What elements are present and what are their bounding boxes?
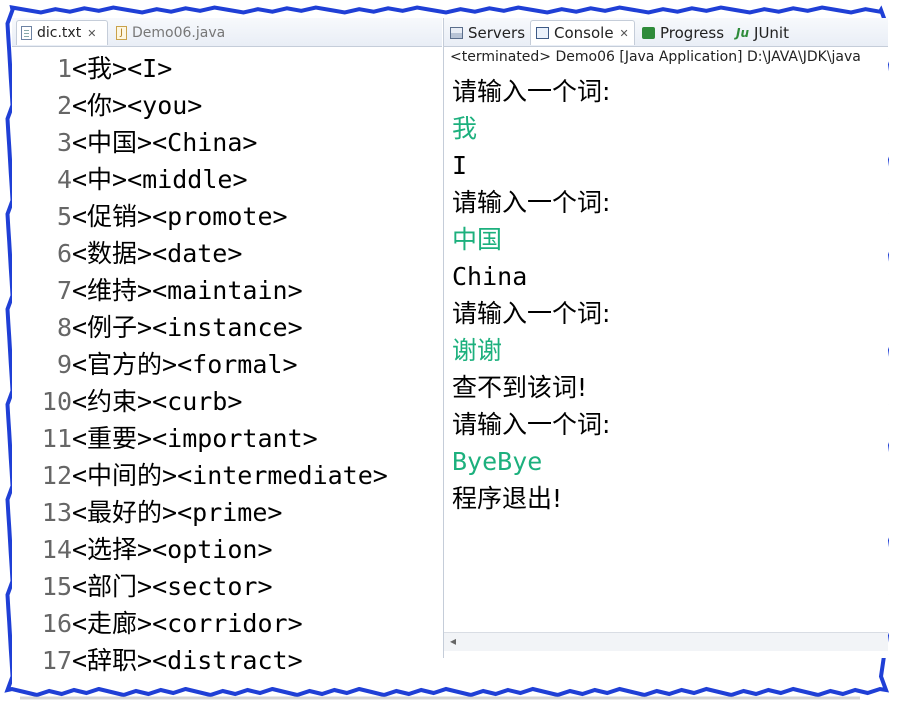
line-text: <维持><maintain> [72,276,303,305]
line-number: 5 [56,202,72,231]
editor-line: 17<辞职><distract> [12,642,303,679]
tab-servers[interactable]: Servers [450,20,525,45]
line-number: 14 [41,535,72,564]
tab-label: dic.txt [37,25,82,41]
line-number: 11 [41,424,72,453]
tab-demo06-java[interactable]: J Demo06.java [116,20,225,45]
process-status: <terminated> Demo06 [Java Application] D… [450,49,861,65]
editor-line: 9<官方的><formal> [12,346,298,383]
tab-label: Progress [660,23,725,42]
console-icon [536,27,549,39]
line-text: <你><you> [72,91,203,120]
line-number: 2 [56,91,72,120]
editor-tab-bar: dic.txt ✕ J Demo06.java [12,18,442,47]
line-number: 1 [56,54,72,83]
line-number: 13 [41,498,72,527]
line-text: <我><I> [72,54,173,83]
line-text: <最好的><prime> [72,498,283,527]
progress-icon [642,26,655,39]
line-text: <促销><promote> [72,202,288,231]
console-line-output: China [452,262,528,291]
line-number: 6 [56,239,72,268]
text-editor[interactable]: 1<我><I> 2<你><you> 3<中国><China> 4<中><middle>… [12,47,442,687]
tab-junit[interactable]: Ju JUnit [736,20,789,45]
line-number: 16 [41,609,72,638]
line-number: 9 [56,350,72,379]
line-text: <选择><option> [72,535,273,564]
console-line-prompt: 查不到该词! [452,373,588,402]
editor-line: 4<中><middle> [12,161,248,198]
editor-line: 6<数据><date> [12,235,242,272]
line-number: 15 [41,572,72,601]
console-line-output: I [452,151,468,180]
line-text: <约束><curb> [72,387,243,416]
console-line-prompt: 请输入一个词: [452,410,611,439]
line-number: 10 [41,387,72,416]
console-line-input: 我 [452,114,478,143]
console-line-input: ByeBye [452,447,543,476]
editor-line: 3<中国><China> [12,124,258,161]
editor-line: 7<维持><maintain> [12,272,303,309]
line-text: <中国><China> [72,128,258,157]
line-number: 8 [56,313,72,342]
console-line-input: 谢谢 [452,336,503,365]
console-line-input: 中国 [452,225,503,254]
editor-line: 13<最好的><prime> [12,494,283,531]
text-file-icon [21,26,32,40]
line-text: <重要><important> [72,424,318,453]
servers-icon [450,26,463,39]
line-number: 7 [56,276,72,305]
tab-label: Servers [468,23,526,42]
editor-line: 15<部门><sector> [12,568,273,605]
close-icon[interactable]: ✕ [87,27,96,40]
console-line-prompt: 请输入一个词: [452,188,611,217]
line-number: 3 [56,128,72,157]
editor-line: 11<重要><important> [12,420,318,457]
close-icon[interactable]: ✕ [620,27,629,40]
editor-line: 5<促销><promote> [12,198,288,235]
line-text: <中间的><intermediate> [72,461,388,490]
editor-line: 14<选择><option> [12,531,273,568]
editor-line: 8<例子><instance> [12,309,303,346]
editor-line: 10<约束><curb> [12,383,243,420]
line-number: 12 [41,461,72,490]
line-number: 4 [56,165,72,194]
line-text: <数据><date> [72,239,243,268]
line-number: 17 [41,646,72,675]
editor-line: 2<你><you> [12,87,202,124]
line-text: <走廊><corridor> [72,609,303,638]
editor-line: 16<走廊><corridor> [12,605,303,642]
line-text: <中><middle> [72,165,248,194]
tab-label: JUnit [754,23,789,42]
line-text: <辞职><distract> [72,646,303,675]
console-line-prompt: 程序退出! [452,484,563,513]
editor-line: 1<我><I> [12,50,172,87]
tab-progress[interactable]: Progress [642,20,724,45]
line-text: <例子><instance> [72,313,303,342]
tab-label: Demo06.java [132,24,226,41]
console-line-prompt: 请输入一个词: [452,77,611,106]
horizontal-scrollbar[interactable]: ◂ [444,632,888,651]
line-text: <官方的><formal> [72,350,298,379]
tab-console[interactable]: Console ✕ [530,20,635,45]
junit-icon: Ju [736,25,750,40]
tab-label: Console [554,24,614,42]
tab-dic-txt[interactable]: dic.txt ✕ [16,20,108,45]
console-tab-bar: Servers Console ✕ Progress Ju JUnit [444,18,888,47]
console-line-prompt: 请输入一个词: [452,299,611,328]
editor-line: 12<中间的><intermediate> [12,457,388,494]
java-file-icon: J [116,25,127,40]
console-view: Servers Console ✕ Progress Ju JUnit <ter… [443,18,888,658]
scroll-left-arrow-icon[interactable]: ◂ [450,634,456,648]
line-text: <部门><sector> [72,572,273,601]
